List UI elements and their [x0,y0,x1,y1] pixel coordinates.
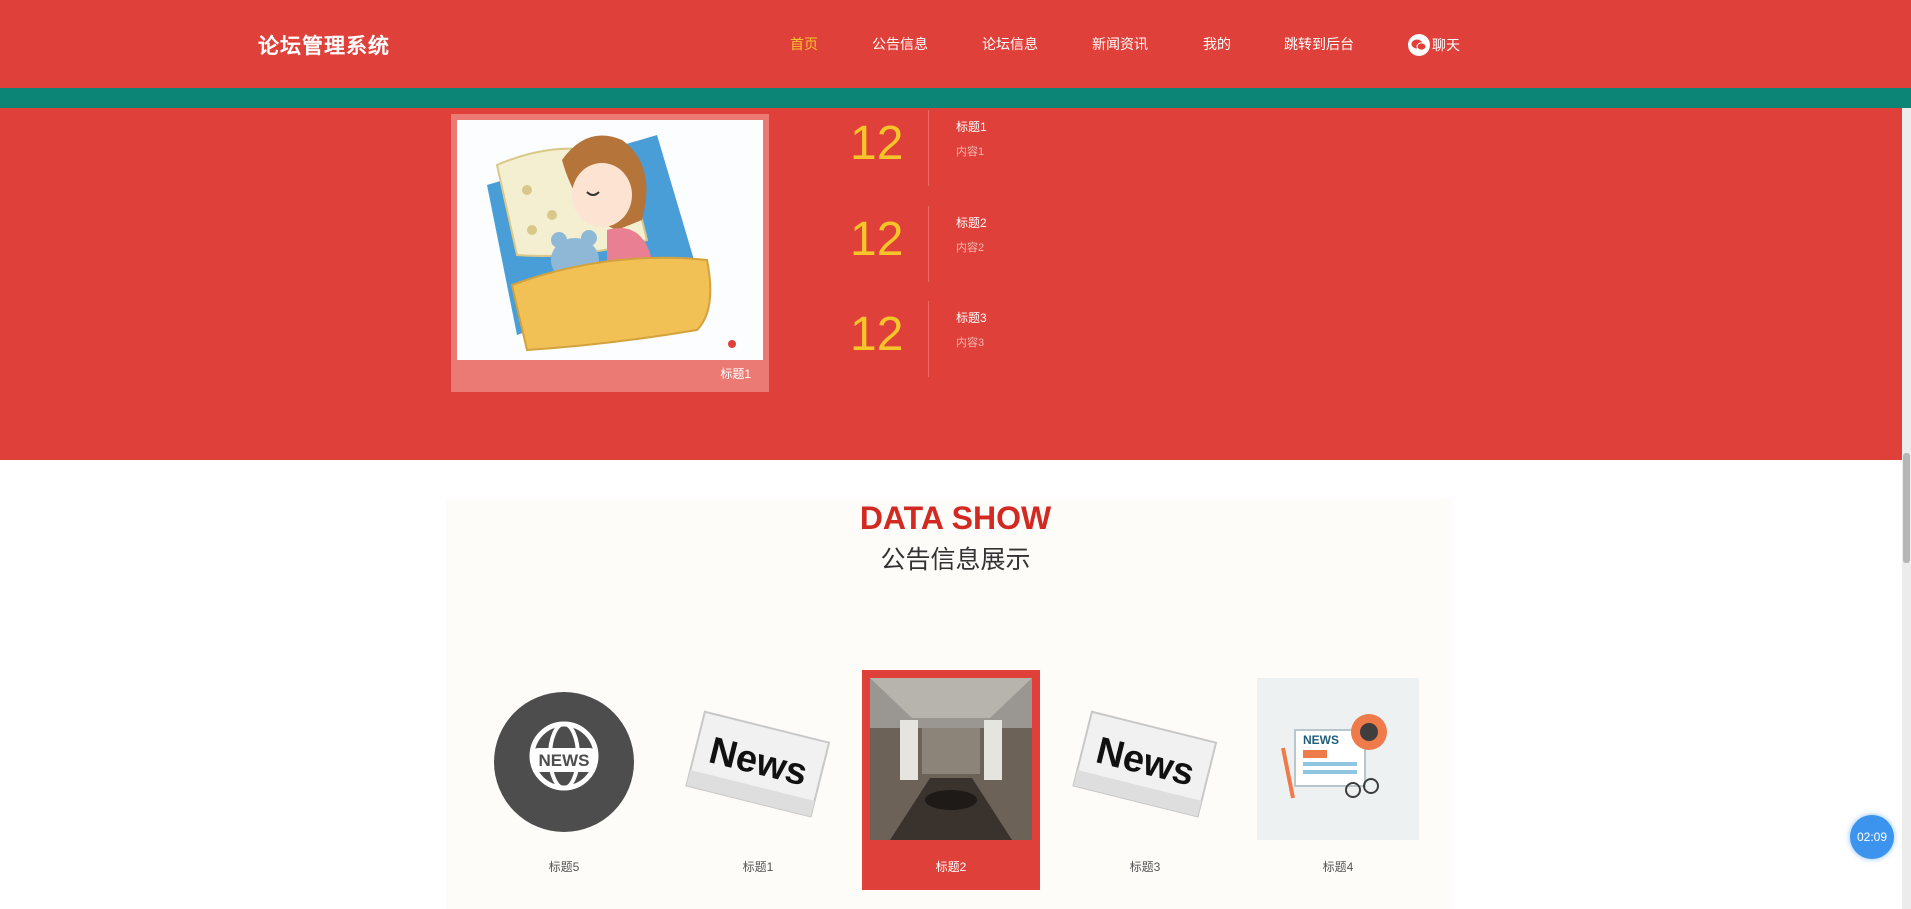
newspaper-icon: News [1064,678,1226,840]
news-card[interactable]: NEWS 标题4 [1249,670,1427,890]
hero-item-title[interactable]: 标题2 [956,214,987,231]
news-globe-icon: NEWS [483,678,645,840]
news-card-label: 标题2 [935,860,967,874]
slide-indicator-dot[interactable] [728,340,736,348]
scrollbar-thumb[interactable] [1903,453,1910,563]
hero-list-item[interactable]: 12 标题2 内容2 [850,206,1150,282]
news-card[interactable]: News 标题1 [669,670,847,890]
hero-item-title[interactable]: 标题1 [956,118,987,135]
svg-text:NEWS: NEWS [539,751,590,770]
divider [928,206,929,282]
hero-item-title[interactable]: 标题3 [956,309,987,326]
nav-announcements[interactable]: 公告信息 [872,34,928,54]
divider [928,301,929,377]
hero-item-content: 内容1 [956,146,985,158]
floating-timer-button[interactable]: 02:09 [1850,815,1894,859]
news-card[interactable]: News 标题3 [1056,670,1234,890]
nav-home[interactable]: 首页 [790,34,818,54]
divider [928,110,929,186]
nav-mine[interactable]: 我的 [1203,34,1231,54]
nav-news[interactable]: 新闻资讯 [1092,34,1148,54]
news-card-label: 标题3 [1129,860,1161,874]
header-stripe [0,88,1911,108]
main-nav: 首页 公告信息 论坛信息 新闻资讯 我的 跳转到后台 [0,34,1911,58]
chat-label: 聊天 [1432,37,1460,53]
nav-forum[interactable]: 论坛信息 [982,34,1038,54]
hero-wave-divider [0,440,1911,459]
section-title: DATA SHOW [859,500,1052,536]
news-card[interactable]: NEWS 标题5 [475,670,653,890]
page-scrollbar[interactable] [1902,108,1911,909]
hero-item-number: 12 [850,117,904,170]
section-subtitle: 公告信息展示 [880,546,1031,574]
hero-item-content: 内容3 [956,337,985,349]
hero-list-item[interactable]: 12 标题3 内容3 [850,301,1150,377]
meeting-room-photo [870,678,1032,840]
nav-admin[interactable]: 跳转到后台 [1284,34,1354,54]
hero-slide-caption: 标题1 [720,367,751,381]
news-card-label: 标题4 [1322,860,1354,874]
hero-slide[interactable]: 标题1 [451,114,769,392]
news-card-label: 标题1 [742,860,774,874]
newspaper-icon: News [677,678,839,840]
chat-button[interactable]: 聊天 [1408,32,1460,58]
news-desk-icon: NEWS [1257,678,1419,840]
hero-item-number: 12 [850,213,904,266]
news-card[interactable]: 标题2 [862,670,1040,890]
chat-bubble-icon [1408,34,1430,56]
sleeping-girl-image [457,120,763,360]
hero-item-number: 12 [850,308,904,361]
hero-list-item[interactable]: 12 标题1 内容1 [850,110,1150,186]
hero-item-content: 内容2 [956,242,985,254]
news-card-label: 标题5 [548,860,580,874]
svg-text:NEWS: NEWS [1303,733,1339,747]
top-navbar: 论坛管理系统 首页 公告信息 论坛信息 新闻资讯 我的 跳转到后台 聊天 [0,0,1911,88]
